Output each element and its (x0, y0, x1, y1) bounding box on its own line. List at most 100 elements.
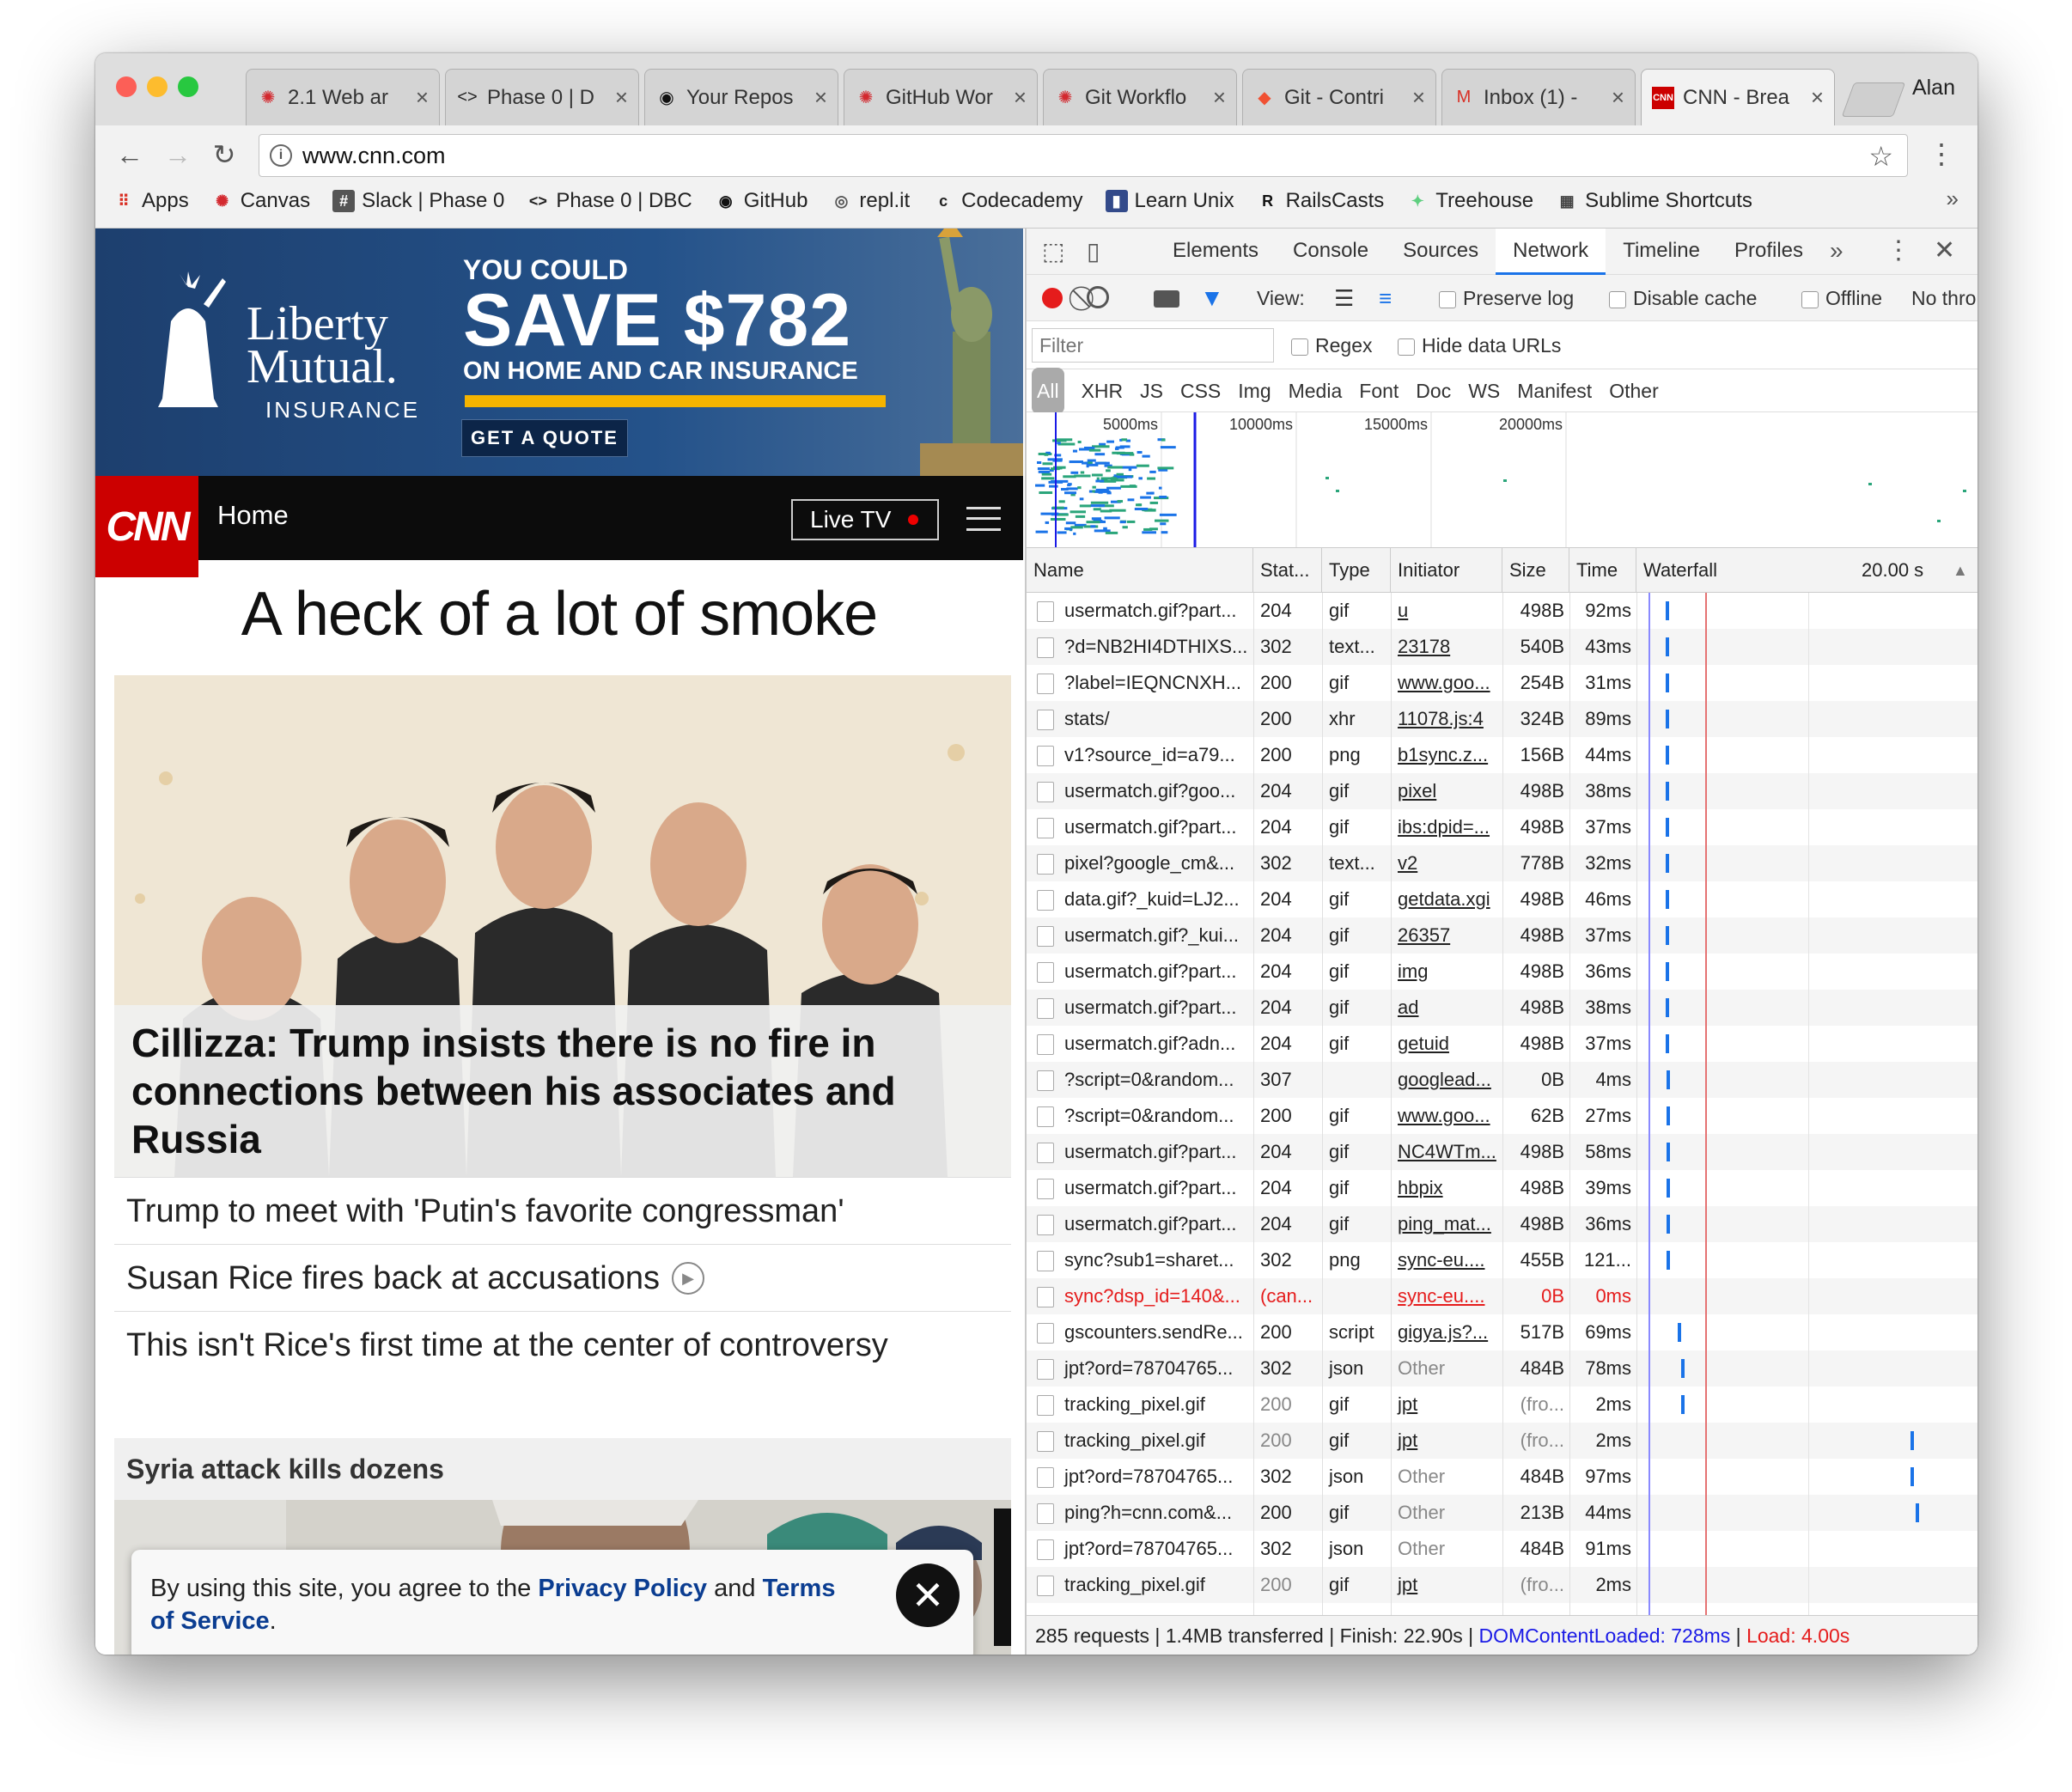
request-initiator[interactable]: getuid (1391, 1026, 1502, 1062)
type-filter-js[interactable]: JS (1140, 369, 1163, 412)
request-initiator[interactable]: b1sync.z... (1391, 737, 1502, 773)
devtools-tab-timeline[interactable]: Timeline (1606, 229, 1717, 275)
filter-input[interactable] (1032, 328, 1274, 363)
type-filter-ws[interactable]: WS (1468, 369, 1500, 412)
story-link[interactable]: Trump to meet with 'Putin's favorite con… (114, 1177, 1011, 1244)
request-initiator[interactable]: 23178 (1391, 629, 1502, 665)
live-tv-button[interactable]: Live TV (791, 499, 939, 540)
col-time[interactable]: Time (1569, 548, 1636, 593)
request-initiator[interactable]: googlead... (1391, 1062, 1502, 1098)
large-rows-icon[interactable]: ☰ (1334, 275, 1354, 321)
type-filter-xhr[interactable]: XHR (1082, 369, 1124, 412)
browser-tab[interactable]: CNN CNN - Brea × (1641, 69, 1835, 125)
bookmark-item[interactable]: R RailsCasts (1257, 189, 1384, 213)
browser-tab[interactable]: M Inbox (1) - × (1441, 69, 1636, 125)
regex-toggle[interactable]: Regex (1291, 321, 1372, 369)
col-name[interactable]: Name (1027, 548, 1253, 593)
hide-data-urls-toggle[interactable]: Hide data URLs (1398, 321, 1561, 369)
col-initiator[interactable]: Initiator (1391, 548, 1502, 593)
request-initiator[interactable]: 26357 (1391, 917, 1502, 954)
request-initiator[interactable]: jpt (1391, 1387, 1502, 1423)
devtools-tab-profiles[interactable]: Profiles (1717, 229, 1820, 275)
browser-menu-icon[interactable]: ⋮ (1928, 137, 1955, 170)
devtools-tab-network[interactable]: Network (1496, 229, 1606, 275)
tab-close-icon[interactable]: × (615, 84, 628, 111)
browser-tab[interactable]: ✺ GitHub Wor × (844, 69, 1038, 125)
type-filter-all[interactable]: All (1032, 368, 1064, 414)
offline-toggle[interactable]: Offline (1801, 275, 1882, 321)
tab-close-icon[interactable]: × (1014, 84, 1027, 111)
story-link[interactable]: This isn't Rice's first time at the cent… (114, 1311, 1011, 1378)
request-initiator[interactable]: jpt (1391, 1423, 1502, 1459)
overview-icon[interactable]: ≡ (1379, 275, 1392, 321)
request-initiator[interactable]: jpt (1391, 1567, 1502, 1603)
browser-tab[interactable]: ✺ Git Workflo × (1043, 69, 1237, 125)
close-cookie-button[interactable]: ✕ (896, 1563, 960, 1627)
request-initiator[interactable]: Other (1391, 1495, 1502, 1531)
browser-tab[interactable]: ✺ 2.1 Web ar × (246, 69, 440, 125)
minimize-window-button[interactable] (147, 76, 168, 97)
close-devtools-icon[interactable]: ✕ (1934, 235, 1955, 265)
type-filter-doc[interactable]: Doc (1416, 369, 1451, 412)
bookmark-item[interactable]: ✦ Treehouse (1406, 189, 1533, 213)
col-size[interactable]: Size (1502, 548, 1569, 593)
col-status[interactable]: Stat... (1253, 548, 1322, 593)
lead-story-caption[interactable]: Cillizza: Trump insists there is no fire… (131, 1019, 990, 1163)
preserve-log-toggle[interactable]: Preserve log (1439, 275, 1574, 321)
tab-close-icon[interactable]: × (416, 84, 429, 111)
request-initiator[interactable]: hbpix (1391, 1170, 1502, 1206)
request-initiator[interactable]: img (1391, 954, 1502, 990)
tab-close-icon[interactable]: × (1213, 84, 1226, 111)
devtools-tab-console[interactable]: Console (1276, 229, 1386, 275)
bookmark-item[interactable]: <> Phase 0 | DBC (527, 189, 692, 213)
new-tab-button[interactable] (1841, 82, 1906, 117)
address-bar[interactable]: i www.cnn.com ☆ (259, 134, 1908, 177)
filter-icon[interactable]: ▼ (1200, 275, 1224, 321)
bookmark-item[interactable]: ⠿ Apps (113, 189, 188, 213)
browser-tab[interactable]: ◉ Your Repos × (644, 69, 838, 125)
sort-ascending-icon[interactable]: ▲ (1953, 548, 1968, 593)
request-initiator[interactable]: sync-eu.... (1391, 1278, 1502, 1314)
disable-cache-toggle[interactable]: Disable cache (1609, 275, 1757, 321)
request-initiator[interactable]: Other (1391, 1459, 1502, 1495)
tab-close-icon[interactable]: × (1811, 84, 1824, 111)
col-waterfall[interactable]: Waterfall 20.00 s ▲ (1636, 548, 1978, 593)
request-initiator[interactable]: getdata.xgi (1391, 881, 1502, 917)
section-title[interactable]: Home (217, 500, 289, 531)
page-headline[interactable]: A heck of a lot of smoke (95, 579, 1023, 649)
close-window-button[interactable] (116, 76, 137, 97)
back-icon[interactable]: ← (113, 134, 147, 175)
bookmark-item[interactable]: ▦ Sublime Shortcuts (1556, 189, 1752, 213)
request-initiator[interactable]: pixel (1391, 773, 1502, 809)
request-initiator[interactable]: gigya.js?... (1391, 1314, 1502, 1350)
device-toolbar-icon[interactable]: ▯ (1087, 237, 1100, 265)
request-initiator[interactable]: Other (1391, 1531, 1502, 1567)
info-icon[interactable]: i (270, 144, 292, 167)
tab-close-icon[interactable]: × (814, 84, 827, 111)
bookmark-item[interactable]: ▮ Learn Unix (1105, 189, 1234, 213)
bookmark-item[interactable]: ◎ repl.it (830, 189, 911, 213)
reload-icon[interactable]: ↻ (207, 134, 241, 175)
get-quote-button[interactable]: GET A QUOTE (461, 419, 628, 457)
bookmark-item[interactable]: c Codecademy (932, 189, 1082, 213)
request-initiator[interactable]: Other (1391, 1350, 1502, 1387)
url-text[interactable]: www.cnn.com (302, 143, 446, 169)
bookmark-item[interactable]: # Slack | Phase 0 (332, 189, 504, 213)
request-initiator[interactable]: v2 (1391, 845, 1502, 881)
request-initiator[interactable]: 11078.js:4 (1391, 701, 1502, 737)
bookmark-star-icon[interactable]: ☆ (1868, 140, 1893, 173)
request-initiator[interactable]: ad (1391, 990, 1502, 1026)
devtools-tab-elements[interactable]: Elements (1155, 229, 1276, 275)
play-video-icon[interactable]: ▶ (671, 1261, 704, 1295)
request-initiator[interactable]: ibs:dpid=... (1391, 809, 1502, 845)
request-initiator[interactable]: www.goo... (1391, 1098, 1502, 1134)
bookmark-item[interactable]: ✺ Canvas (211, 189, 310, 213)
profile-name[interactable]: Alan (1912, 76, 1955, 101)
story-link[interactable]: Susan Rice fires back at accusations ▶ (114, 1244, 1011, 1311)
cnn-logo[interactable]: CNN (95, 476, 198, 577)
browser-tab[interactable]: ◆ Git - Contri × (1242, 69, 1436, 125)
request-initiator[interactable]: www.goo... (1391, 665, 1502, 701)
bookmark-item[interactable]: ◉ GitHub (715, 189, 808, 213)
type-filter-other[interactable]: Other (1609, 369, 1659, 412)
type-filter-media[interactable]: Media (1289, 369, 1343, 412)
